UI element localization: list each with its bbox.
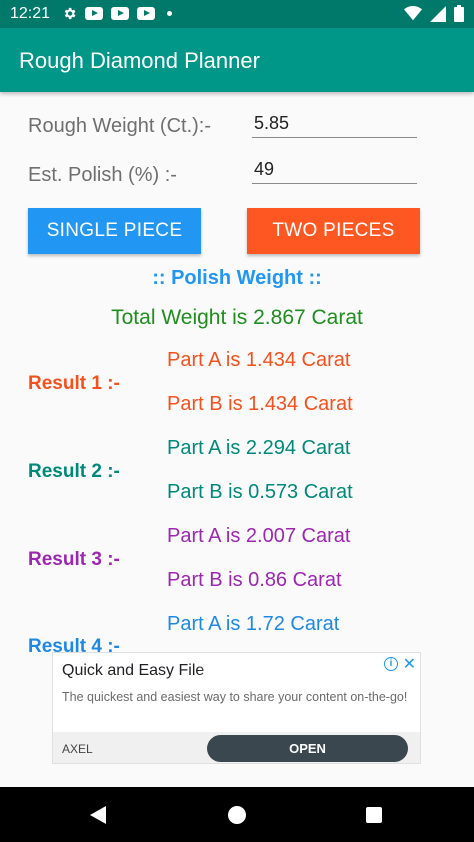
signal-icon — [430, 5, 446, 22]
recent-apps-icon[interactable] — [366, 807, 382, 823]
result-1-part-a: Part A is 1.434 Carat — [167, 349, 351, 371]
ad-footer: AXEL OPEN — [53, 732, 420, 763]
youtube-icon — [111, 7, 129, 20]
total-weight: Total Weight is 2.867 Carat — [111, 306, 363, 329]
wifi-icon — [404, 6, 422, 21]
dot-icon — [167, 11, 172, 16]
polish-weight-heading: :: Polish Weight :: — [152, 267, 322, 289]
ad-banner[interactable]: Quick and Easy File i ✕ The quickest and… — [52, 652, 421, 764]
notification-icons — [62, 6, 172, 21]
navigation-bar — [0, 787, 474, 842]
home-icon[interactable] — [228, 806, 246, 824]
rough-weight-input[interactable] — [252, 114, 417, 138]
result-4-part-a: Part A is 1.72 Carat — [167, 613, 340, 635]
result-3-part-b: Part B is 0.86 Carat — [167, 569, 342, 591]
youtube-icon — [85, 7, 103, 20]
close-icon[interactable]: ✕ — [403, 654, 416, 674]
rough-weight-label: Rough Weight (Ct.):- — [28, 115, 212, 137]
youtube-icon — [137, 7, 155, 20]
result-3-label: Result 3 :- — [28, 549, 120, 570]
result-1-part-b: Part B is 1.434 Carat — [167, 393, 353, 415]
single-piece-button[interactable]: SINGLE PIECE — [28, 208, 201, 254]
status-time: 12:21 — [10, 5, 51, 22]
status-bar: 12:21 — [0, 0, 474, 28]
result-2-label: Result 2 :- — [28, 461, 120, 482]
result-2-part-a: Part A is 2.294 Carat — [167, 437, 351, 459]
two-pieces-button[interactable]: TWO PIECES — [247, 208, 420, 254]
ad-open-button[interactable]: OPEN — [207, 735, 408, 762]
ad-description: The quickest and easiest way to share yo… — [62, 690, 408, 704]
ad-advertiser: AXEL — [62, 742, 93, 756]
result-3-part-a: Part A is 2.007 Carat — [167, 525, 351, 547]
app-title: Rough Diamond Planner — [19, 48, 260, 73]
back-icon[interactable] — [90, 806, 106, 824]
app-bar: Rough Diamond Planner — [0, 28, 474, 92]
info-icon[interactable]: i — [384, 657, 398, 671]
system-icons — [404, 5, 464, 22]
result-1-label: Result 1 :- — [28, 373, 120, 394]
ad-title-fade — [198, 657, 278, 681]
battery-icon — [454, 5, 464, 22]
result-2-part-b: Part B is 0.573 Carat — [167, 481, 353, 503]
gear-icon — [64, 7, 76, 20]
polish-input[interactable] — [252, 160, 417, 184]
polish-label: Est. Polish (%) :- — [28, 164, 177, 186]
